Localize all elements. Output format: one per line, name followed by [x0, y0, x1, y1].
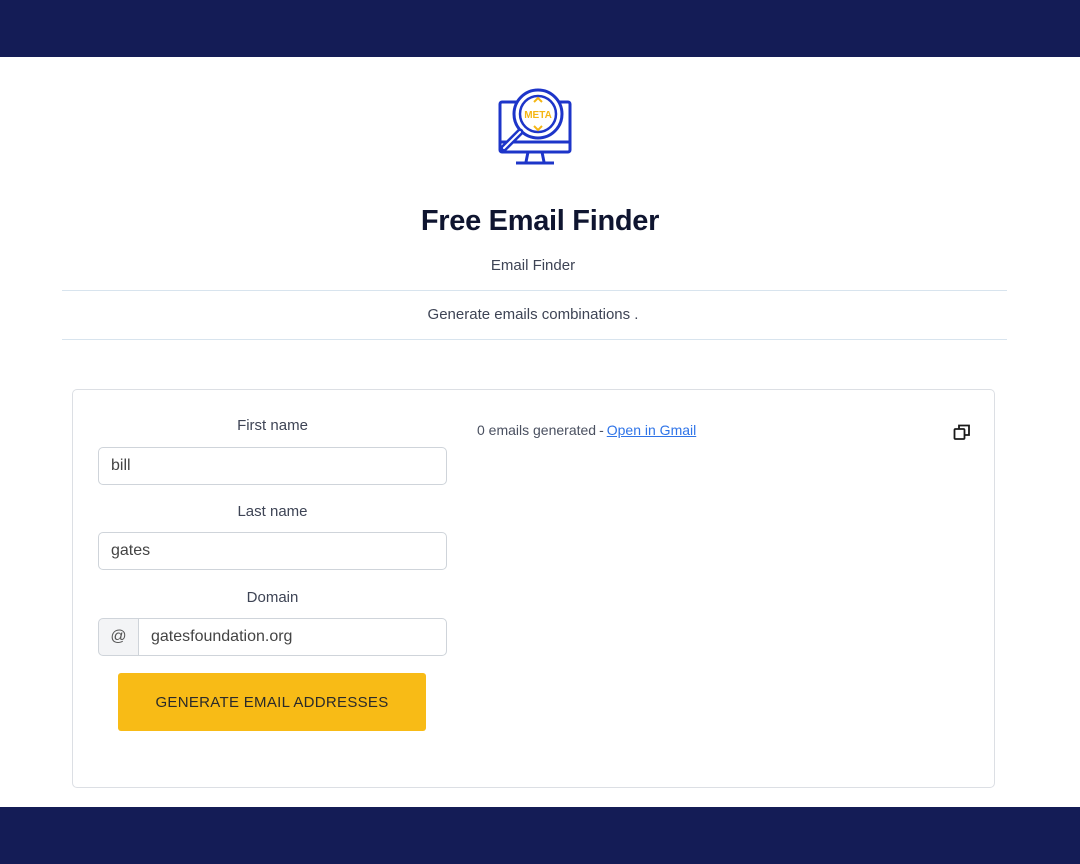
results-status: 0 emails generated - Open in Gmail: [477, 422, 696, 438]
page-title: Free Email Finder: [420, 205, 660, 237]
last-name-label: Last name: [237, 503, 308, 520]
first-name-input[interactable]: [98, 447, 447, 485]
domain-label: Domain: [246, 589, 299, 606]
at-sign-addon: @: [98, 618, 139, 656]
bottom-bar: [0, 807, 1080, 864]
divider-bottom: [62, 339, 1007, 340]
copy-icon[interactable]: [952, 422, 972, 442]
email-finder-card: First name Last name Domain @ GENERATE E…: [72, 389, 995, 788]
generate-email-addresses-button[interactable]: GENERATE EMAIL ADDRESSES: [118, 673, 426, 731]
page-description: Generate emails combinations .: [427, 306, 639, 323]
domain-input[interactable]: [138, 618, 447, 656]
meta-logo-icon: META: [492, 86, 576, 170]
open-in-gmail-link[interactable]: Open in Gmail: [607, 422, 696, 438]
top-nav-bar: [0, 0, 1080, 57]
first-name-label: First name: [237, 417, 308, 434]
page-subtitle: Email Finder: [490, 257, 576, 274]
emails-generated-count: 0 emails generated: [477, 422, 597, 438]
last-name-input[interactable]: [98, 532, 447, 570]
results-separator: -: [599, 422, 604, 438]
logo-text: META: [524, 110, 552, 121]
divider-top: [62, 290, 1007, 291]
